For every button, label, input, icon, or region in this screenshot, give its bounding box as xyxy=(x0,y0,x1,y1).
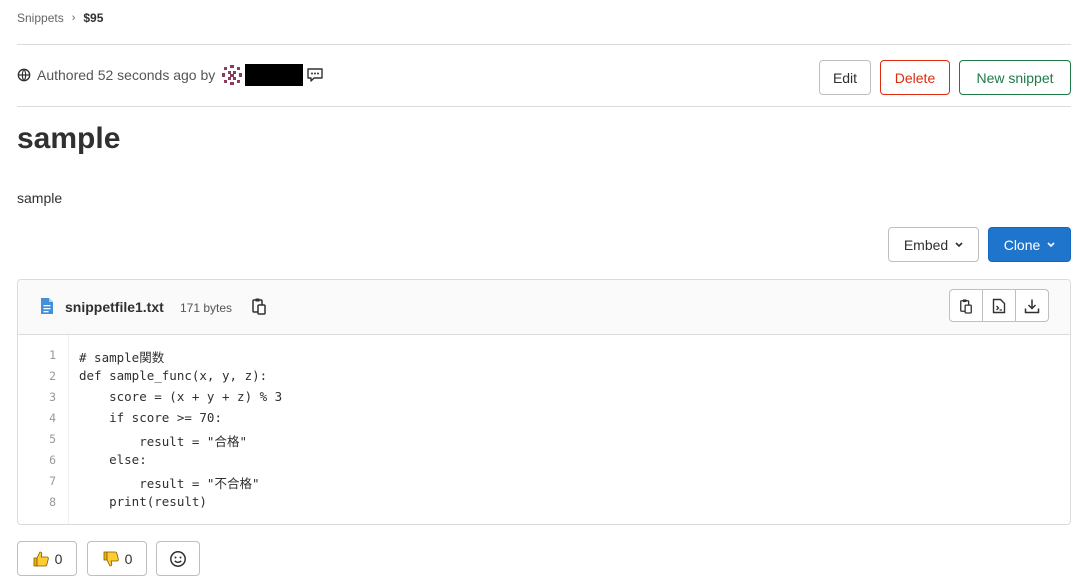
thumbs-down-icon xyxy=(103,551,119,566)
breadcrumb-current[interactable]: $95 xyxy=(83,11,103,25)
line-number[interactable]: 5 xyxy=(49,432,56,446)
edit-button[interactable]: Edit xyxy=(819,60,871,95)
thumbs-up-reaction-button[interactable]: 0 xyxy=(17,541,77,576)
file-viewer: snippetfile1.txt 171 bytes 1 2 3 4 5 6 7… xyxy=(17,279,1071,525)
code-line: # sample関数 xyxy=(79,350,165,365)
code-line: result = "不合格" xyxy=(79,476,260,491)
thumbs-up-icon xyxy=(33,551,49,566)
download-button[interactable] xyxy=(1015,289,1049,322)
file-actions xyxy=(949,289,1049,322)
copy-icon[interactable] xyxy=(251,297,267,315)
snippet-title: sample xyxy=(17,122,121,155)
code-line: if score >= 70: xyxy=(79,410,222,425)
copy-icon xyxy=(960,298,972,314)
line-number[interactable]: 1 xyxy=(49,348,56,362)
thumbs-up-count: 0 xyxy=(54,550,63,567)
breadcrumb: Snippets › $95 xyxy=(17,11,103,25)
download-icon xyxy=(1024,299,1040,313)
line-number[interactable]: 6 xyxy=(49,453,56,467)
copy-contents-button[interactable] xyxy=(949,289,983,322)
code-block[interactable]: 1 2 3 4 5 6 7 8 # sample関数 def sample_fu… xyxy=(18,335,1070,524)
file-size: 171 bytes xyxy=(180,301,233,315)
chevron-down-icon xyxy=(1047,241,1055,247)
chevron-right-icon: › xyxy=(71,12,76,24)
authored-text: Authored 52 seconds ago by xyxy=(37,67,216,83)
smiley-icon xyxy=(170,550,186,567)
code-line: def sample_func(x, y, z): xyxy=(79,368,268,383)
chevron-down-icon xyxy=(955,241,963,247)
code-line: result = "合格" xyxy=(79,434,247,449)
add-reaction-button[interactable] xyxy=(156,541,200,576)
code-line: else: xyxy=(79,452,147,467)
clone-dropdown[interactable]: Clone xyxy=(988,227,1071,262)
snippet-description: sample xyxy=(17,190,63,206)
line-numbers: 1 2 3 4 5 6 7 8 xyxy=(18,335,69,524)
avatar[interactable] xyxy=(221,64,244,86)
code-line: score = (x + y + z) % 3 xyxy=(79,389,283,404)
open-raw-icon xyxy=(992,298,1006,313)
line-number[interactable]: 7 xyxy=(49,474,56,488)
open-raw-button[interactable] xyxy=(982,289,1016,322)
clone-label: Clone xyxy=(1003,236,1041,253)
globe-icon xyxy=(17,68,31,82)
thumbs-down-reaction-button[interactable]: 0 xyxy=(87,541,147,576)
delete-button[interactable]: Delete xyxy=(880,60,950,95)
comment-icon[interactable] xyxy=(306,67,324,83)
line-number[interactable]: 4 xyxy=(49,411,56,425)
file-name[interactable]: snippetfile1.txt xyxy=(65,299,164,315)
snippet-meta: Authored 52 seconds ago by xyxy=(17,64,324,86)
code-line: print(result) xyxy=(79,494,207,509)
thumbs-down-count: 0 xyxy=(124,550,133,567)
divider xyxy=(17,44,1071,45)
file-icon xyxy=(41,298,53,314)
divider xyxy=(17,106,1071,107)
file-header: snippetfile1.txt 171 bytes xyxy=(18,280,1070,335)
embed-dropdown[interactable]: Embed xyxy=(888,227,979,262)
embed-label: Embed xyxy=(903,236,949,253)
line-number[interactable]: 8 xyxy=(49,495,56,509)
line-number[interactable]: 3 xyxy=(49,390,56,404)
breadcrumb-snippets-link[interactable]: Snippets xyxy=(17,11,64,25)
line-number[interactable]: 2 xyxy=(49,369,56,383)
author-name-redacted[interactable] xyxy=(245,64,304,86)
new-snippet-button[interactable]: New snippet xyxy=(959,60,1071,95)
